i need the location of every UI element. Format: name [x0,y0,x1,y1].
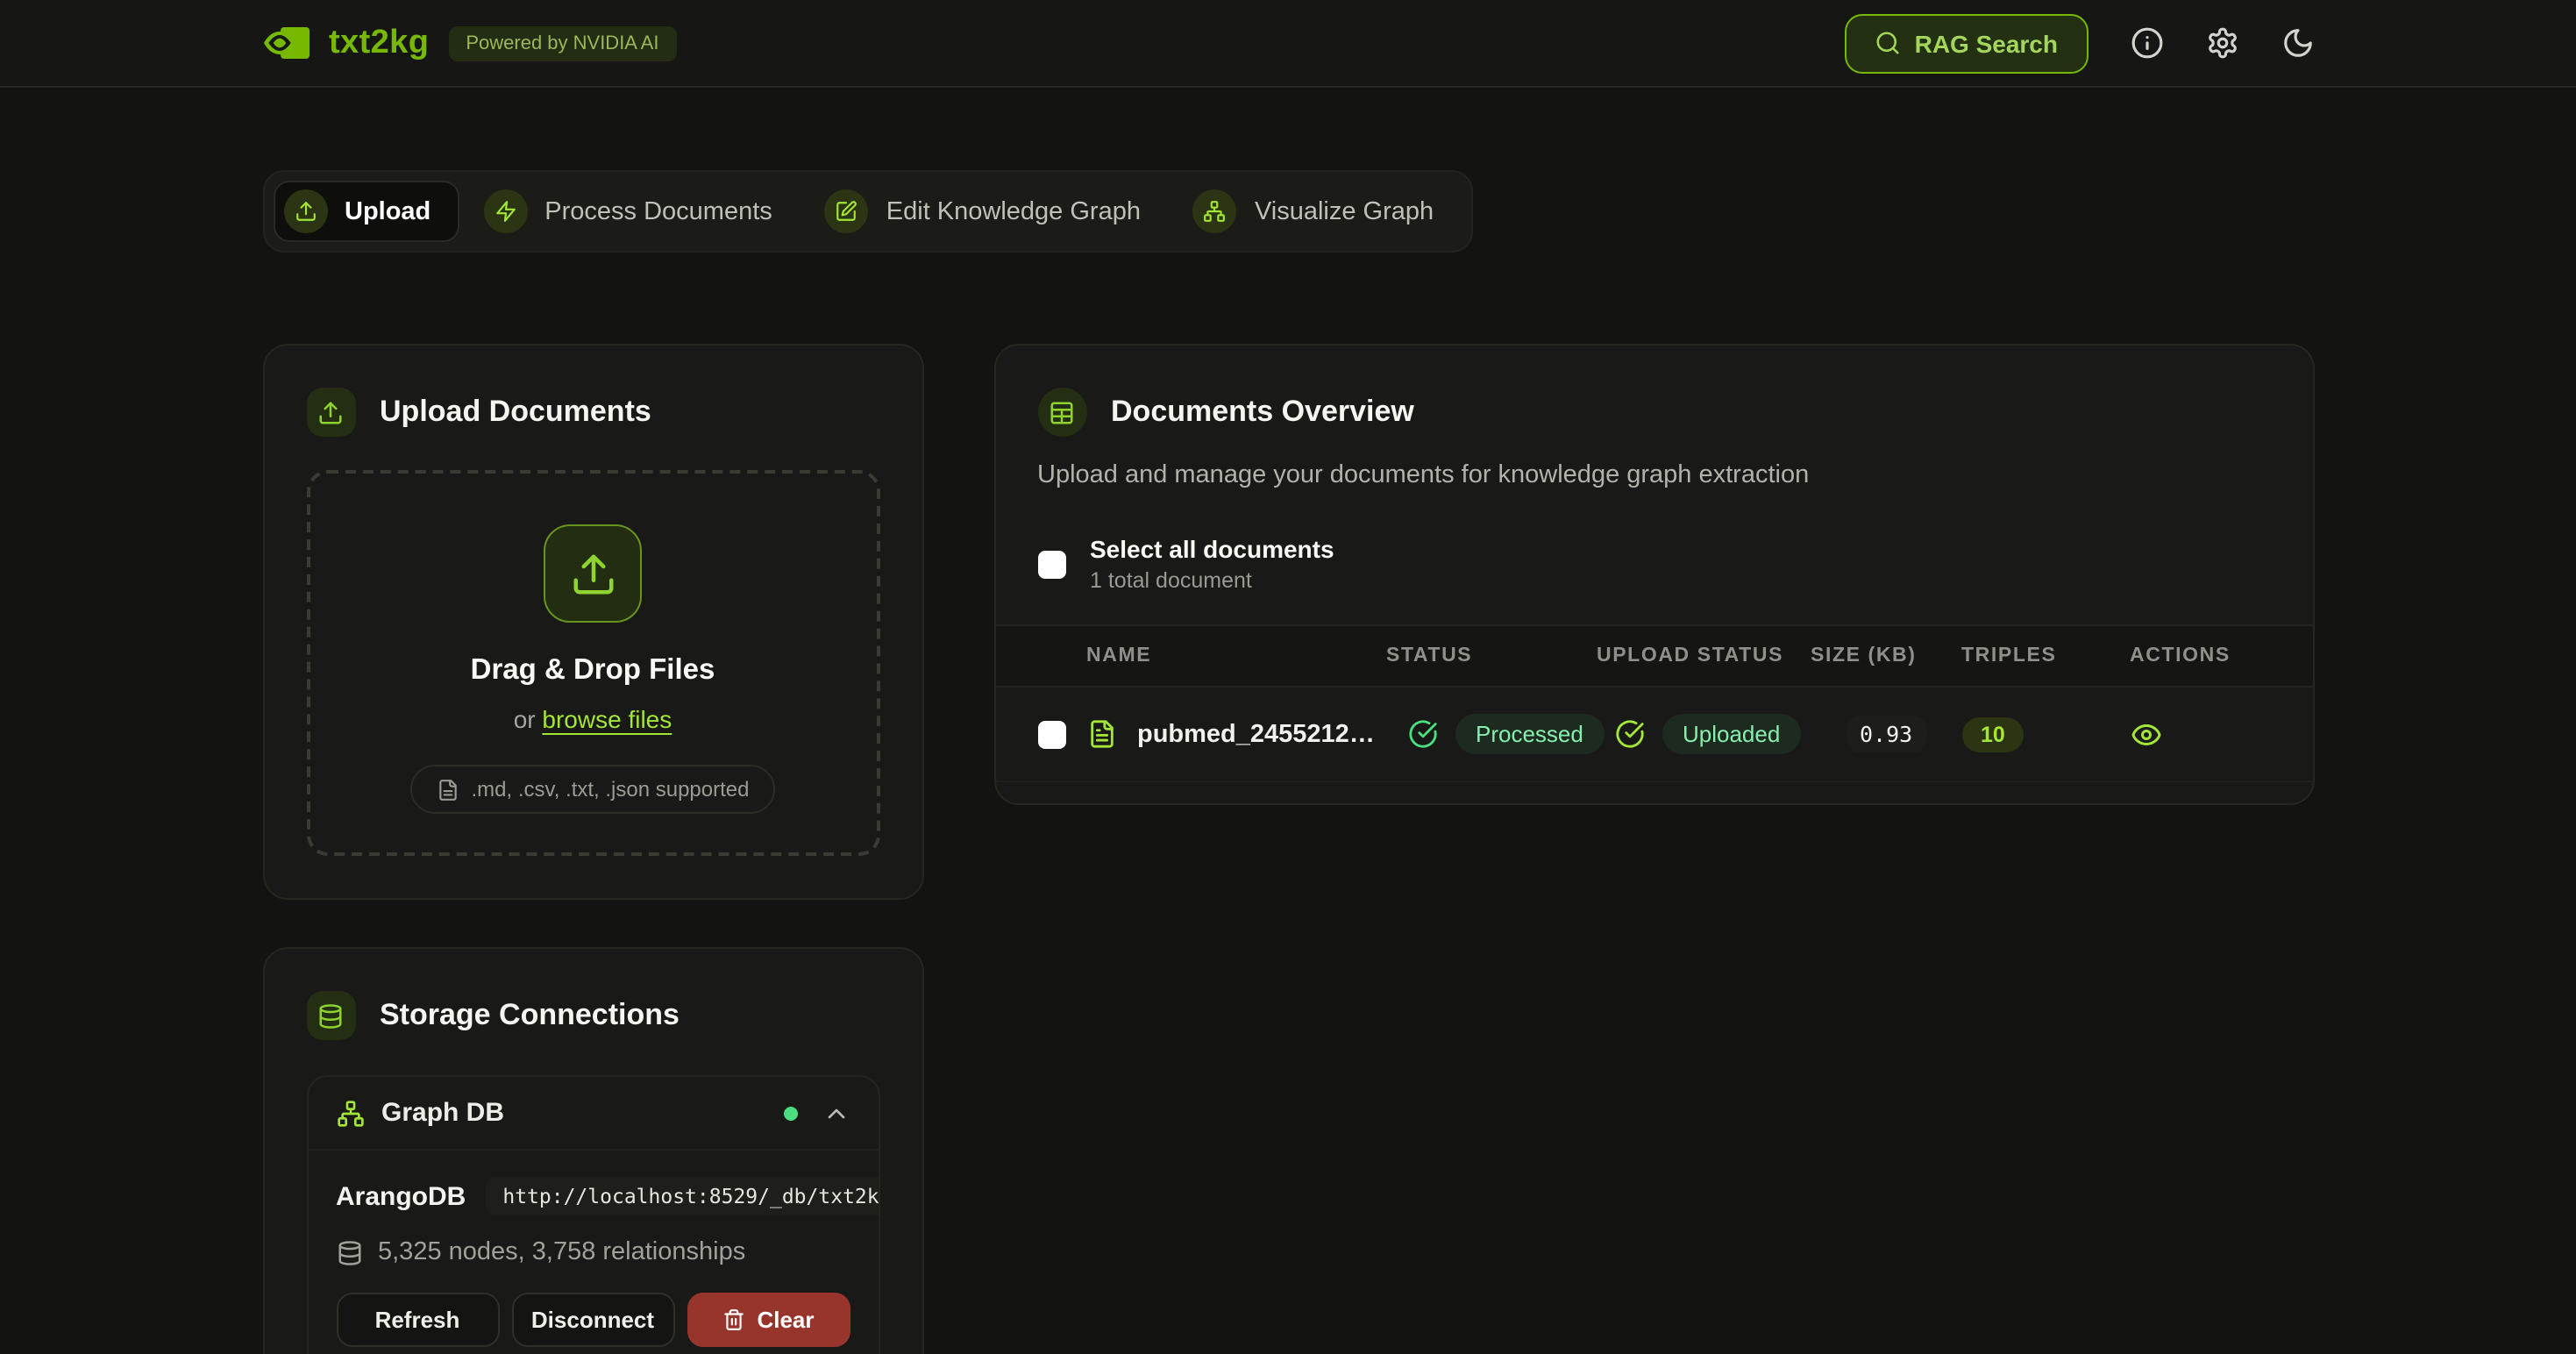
documents-card-title: Documents Overview [1111,395,1414,430]
chevron-up-icon[interactable] [822,1099,850,1127]
column-header-name: NAME [1037,645,1386,666]
column-header-size: SIZE (KB) [1811,645,1961,666]
documents-card-subtitle: Upload and manage your documents for kno… [1037,461,2270,489]
column-header-triples: TRIPLES [1961,645,2102,666]
check-circle-icon [1407,719,1437,749]
network-icon [336,1099,364,1127]
row-checkbox[interactable] [1037,720,1065,748]
graph-db-header[interactable]: Graph DB [308,1077,878,1149]
status-badge: Processed [1455,714,1605,754]
graph-db-provider: ArangoDB [336,1181,466,1211]
zap-icon [483,189,527,233]
select-all-row[interactable]: Select all documents 1 total document [1037,535,2270,593]
file-icon [436,778,459,801]
moon-theme-icon[interactable] [2281,26,2314,60]
tab-process-documents[interactable]: Process Documents [473,181,801,242]
document-filename: pubmed_24552120.txt [1137,720,1386,748]
database-icon [336,1239,362,1265]
upload-icon [306,388,355,437]
top-header: txt2kg Powered by NVIDIA AI RAG Search [0,0,2576,88]
clear-button[interactable]: Clear [687,1293,850,1347]
upload-icon [283,189,327,233]
documents-overview-card: Documents Overview Upload and manage you… [993,344,2314,805]
storage-connections-card: Storage Connections Graph DB [262,947,923,1354]
tab-bar: Upload Process Documents Edit Knowledge … [262,170,1472,253]
database-icon [306,991,355,1040]
table-header: NAME STATUS UPLOAD STATUS SIZE (KB) TRIP… [995,624,2312,688]
brand: txt2kg Powered by NVIDIA AI [262,24,676,62]
tab-edit-knowledge-graph[interactable]: Edit Knowledge Graph [815,181,1169,242]
eye-view-icon[interactable] [2130,718,2161,750]
check-circle-icon [1614,719,1644,749]
upload-card-title: Upload Documents [380,395,651,430]
connected-status-dot [783,1106,797,1120]
column-header-status: STATUS [1386,645,1597,666]
tab-label: Visualize Graph [1255,197,1434,225]
refresh-button[interactable]: Refresh [336,1293,499,1347]
network-icon [1193,189,1237,233]
table-row: pubmed_24552120.txt Processed [995,688,2312,782]
storage-card-title: Storage Connections [380,998,680,1033]
upload-documents-card: Upload Documents Drag & Drop Files or br… [262,344,923,900]
browse-files-link[interactable]: browse files [542,705,672,733]
disconnect-button[interactable]: Disconnect [511,1293,674,1347]
main-content: Upload Process Documents Edit Knowledge … [262,88,2314,1354]
clear-button-label: Clear [757,1307,814,1333]
nvidia-logo-icon [262,26,310,60]
graph-db-url: http://localhost:8529/_db/txt2kg [485,1177,879,1215]
powered-by-badge: Powered by NVIDIA AI [448,25,676,61]
app-root: txt2kg Powered by NVIDIA AI RAG Search [0,0,2576,1354]
graph-db-panel: Graph DB ArangoDB [306,1075,879,1354]
file-text-icon [1086,719,1116,749]
graph-db-stats: 5,325 nodes, 3,758 relationships [378,1238,745,1266]
supported-formats-text: .md, .csv, .txt, .json supported [471,777,749,802]
rag-search-label: RAG Search [1915,29,2058,57]
upload-icon [544,524,642,623]
total-documents-label: 1 total document [1090,568,1334,593]
column-header-upload-status: UPLOAD STATUS [1597,645,1811,666]
tab-label: Process Documents [544,197,772,225]
column-header-actions: ACTIONS [2102,645,2270,666]
select-all-label: Select all documents [1090,535,1334,563]
or-text: or [514,705,536,733]
app-title: txt2kg [329,24,429,62]
tab-label: Upload [345,197,431,225]
trash-icon [722,1308,744,1331]
triples-count-badge: 10 [1961,716,2025,752]
settings-gear-icon[interactable] [2205,26,2238,60]
graph-db-label: Graph DB [381,1098,504,1128]
upload-status-badge: Uploaded [1662,714,1801,754]
tab-label: Edit Knowledge Graph [886,197,1141,225]
info-icon[interactable] [2130,26,2163,60]
search-icon [1875,30,1901,56]
edit-pen-icon [825,189,869,233]
select-all-checkbox[interactable] [1037,550,1065,578]
table-icon [1037,388,1086,437]
dropzone-title: Drag & Drop Files [341,654,844,688]
size-value: 0.93 [1846,716,1926,752]
graph-db-details: ArangoDB http://localhost:8529/_db/txt2k… [308,1149,878,1354]
rag-search-button[interactable]: RAG Search [1845,13,2088,73]
file-dropzone[interactable]: Drag & Drop Files or browse files .md, .… [306,470,879,856]
supported-formats-badge: .md, .csv, .txt, .json supported [409,765,775,814]
tab-upload[interactable]: Upload [273,181,459,242]
header-actions: RAG Search [1845,13,2314,73]
tab-visualize-graph[interactable]: Visualize Graph [1183,181,1462,242]
